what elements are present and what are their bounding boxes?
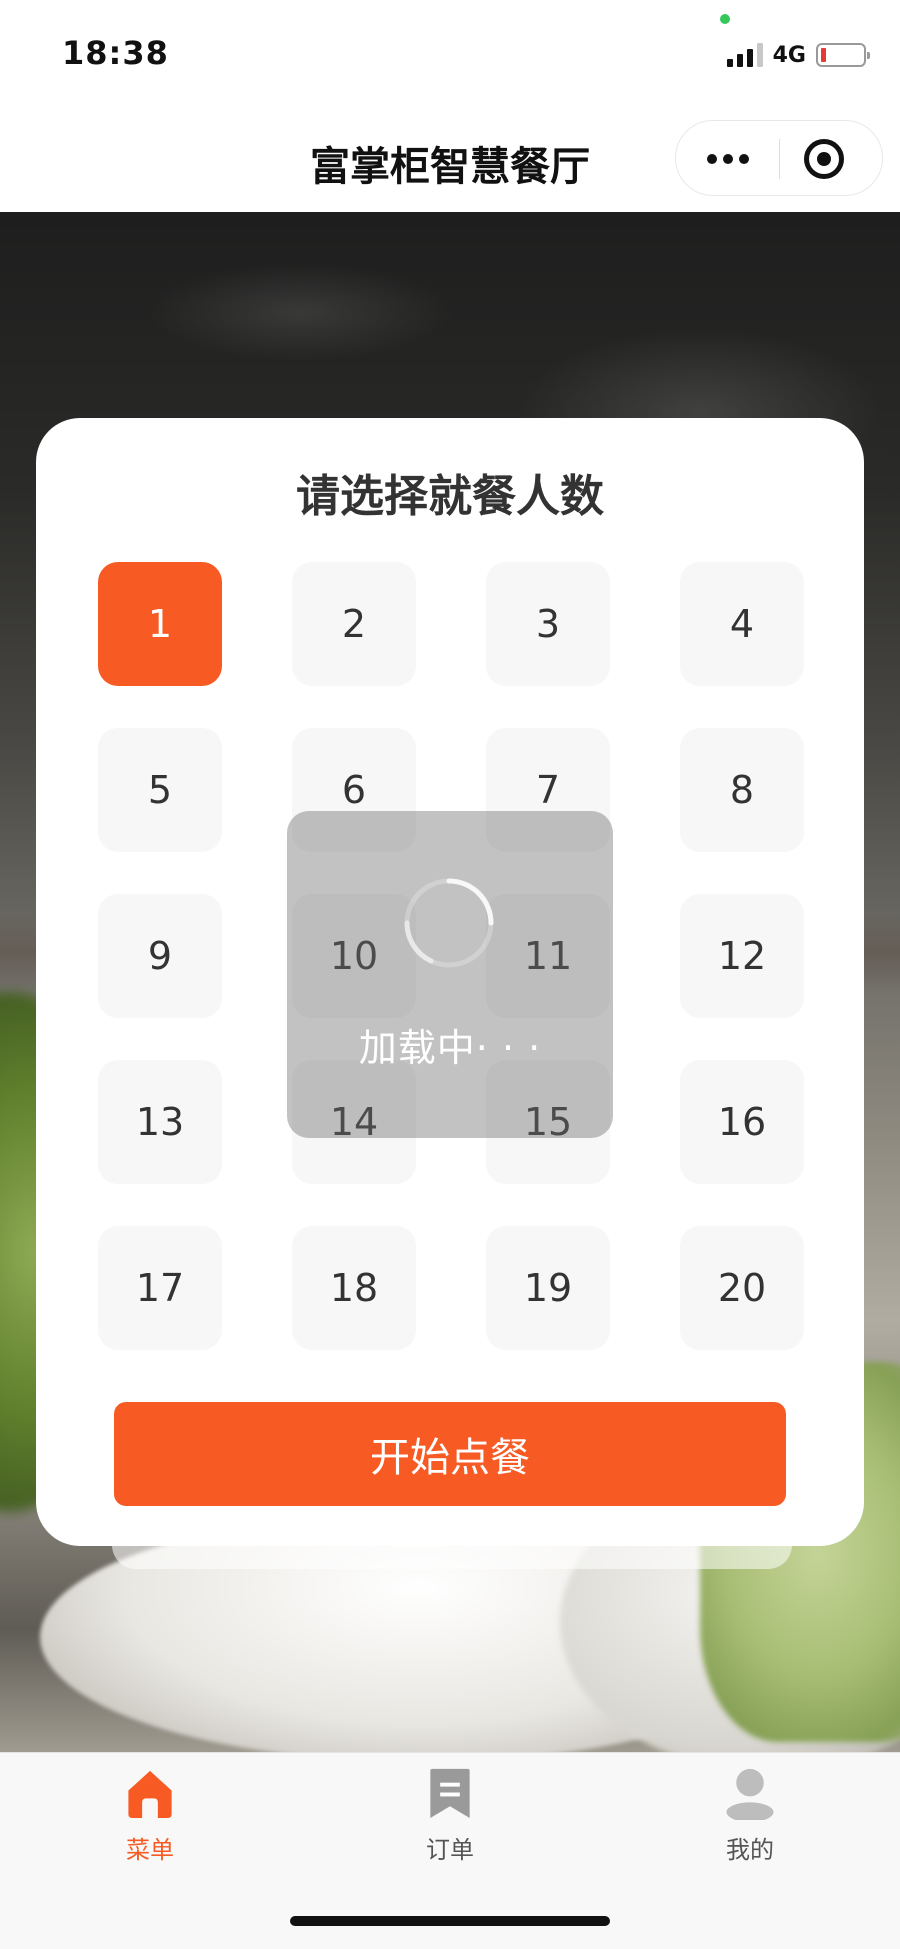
user-icon [726, 1768, 774, 1820]
party-size-option-17[interactable]: 17 [98, 1226, 222, 1350]
party-size-option-16[interactable]: 16 [680, 1060, 804, 1184]
tab-menu[interactable]: 菜单 [70, 1765, 230, 1865]
tab-label: 我的 [726, 1836, 774, 1864]
battery-low-icon [816, 43, 870, 67]
party-size-option-18[interactable]: 18 [292, 1226, 416, 1350]
nav-bar: 富掌柜智慧餐厅 [0, 110, 900, 212]
loading-text: 加载中· · · [358, 1026, 542, 1070]
privacy-indicator-dot [720, 14, 730, 24]
party-size-option-13[interactable]: 13 [98, 1060, 222, 1184]
party-size-option-9[interactable]: 9 [98, 894, 222, 1018]
loading-spinner-icon [404, 878, 494, 968]
party-size-option-8[interactable]: 8 [680, 728, 804, 852]
home-indicator [290, 1916, 610, 1926]
tab-orders[interactable]: 订单 [370, 1765, 530, 1865]
signal-bars-icon [726, 43, 763, 67]
party-size-option-4[interactable]: 4 [680, 562, 804, 686]
party-size-option-1[interactable]: 1 [98, 562, 222, 686]
capsule-divider [779, 139, 780, 179]
mini-program-capsule [675, 120, 883, 196]
party-size-option-2[interactable]: 2 [292, 562, 416, 686]
party-size-option-12[interactable]: 12 [680, 894, 804, 1018]
tab-label: 订单 [426, 1836, 474, 1864]
more-dots-icon[interactable] [676, 121, 779, 197]
modal-title: 请选择就餐人数 [296, 471, 604, 522]
bookmark-order-icon [430, 1768, 470, 1819]
tab-label: 菜单 [126, 1836, 174, 1864]
home-icon [128, 1770, 172, 1819]
loading-toast: 加载中· · · [287, 811, 613, 1138]
status-time: 18:38 [62, 34, 169, 72]
network-type: 4G [772, 42, 806, 68]
status-bar: 18:38 4G [0, 0, 900, 110]
party-size-option-5[interactable]: 5 [98, 728, 222, 852]
party-size-option-19[interactable]: 19 [486, 1226, 610, 1350]
party-size-option-3[interactable]: 3 [486, 562, 610, 686]
start-ordering-button[interactable]: 开始点餐 [114, 1402, 786, 1506]
status-indicators: 4G [726, 40, 870, 70]
tab-bar: 菜单 订单 我的 [0, 1752, 900, 1949]
party-size-option-20[interactable]: 20 [680, 1226, 804, 1350]
target-close-icon[interactable] [804, 139, 844, 179]
tab-profile[interactable]: 我的 [670, 1765, 830, 1865]
